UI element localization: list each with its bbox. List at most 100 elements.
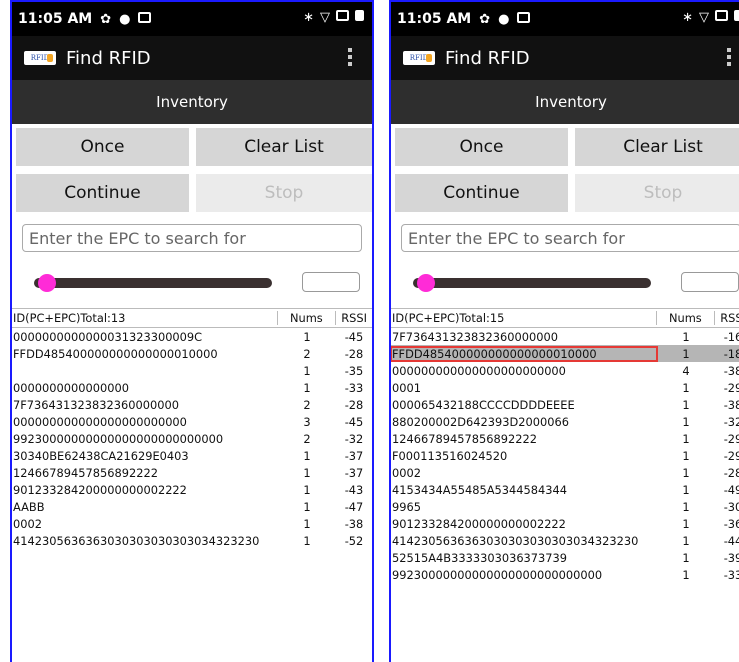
overflow-menu-icon[interactable] — [348, 48, 352, 66]
tag-rssi-cell: -18 — [723, 346, 739, 361]
bluetooth-icon: ∗ — [303, 10, 314, 25]
tag-count-cell: 1 — [303, 516, 311, 531]
tag-id-cell: 99230000000000000000000000000 — [13, 431, 224, 446]
battery-icon — [355, 10, 364, 25]
table-row[interactable]: 901233284200000000002222 1 -36 — [391, 515, 739, 532]
tag-rssi-cell: -29 — [723, 448, 739, 463]
tag-rssi-cell: -38 — [723, 363, 739, 378]
tab-inventory[interactable]: Inventory — [12, 80, 372, 124]
table-row[interactable]: F000113516024520 1 -29 — [391, 447, 739, 464]
table-row[interactable]: FFDD485400000000000000010000 1 -18 — [391, 345, 739, 362]
clear-list-button[interactable]: Clear List — [196, 128, 372, 166]
stop-button[interactable]: Stop — [196, 174, 372, 212]
table-row[interactable]: 4142305636363030303030303034323230 1 -52 — [12, 532, 372, 549]
continue-button[interactable]: Continue — [395, 174, 568, 212]
tag-id-cell: AABB — [13, 499, 45, 514]
tag-rssi-cell: -29 — [723, 380, 739, 395]
tag-id-cell: 4153434A55485A5344584344 — [392, 482, 568, 497]
table-row[interactable]: 7F736431323832360000000 2 -28 — [12, 396, 372, 413]
table-row[interactable]: 12466789457856892222 1 -37 — [12, 464, 372, 481]
tag-id-cell: 000065432188CCCCDDDDEEEE — [392, 397, 575, 412]
app-title: Find RFID — [66, 47, 151, 69]
table-row[interactable]: 4142305636363030303030303034323230 1 -44 — [391, 532, 739, 549]
phone-screen-left: 11:05 AM ✿ ● ∗ ▽ RFID Find RFID Inventor… — [10, 0, 374, 662]
table-row[interactable]: 000065432188CCCCDDDDEEEE 1 -38 — [391, 396, 739, 413]
tag-table: ID(PC+EPC)Total:13 Nums RSSI 00000000000… — [12, 308, 372, 549]
slider-track — [413, 278, 651, 288]
once-button[interactable]: Once — [395, 128, 568, 166]
tag-id-cell: 901233284200000000002222 — [13, 482, 187, 497]
table-body: 0000000000000031323300009C 1 -45 FFDD485400… — [12, 328, 372, 549]
app-toolbar: RFID Find RFID — [391, 36, 739, 80]
once-button[interactable]: Once — [16, 128, 189, 166]
tag-id-cell: FFDD485400000000000000010000 — [391, 345, 658, 362]
epc-search-input[interactable]: Enter the EPC to search for — [22, 224, 362, 252]
tag-count-cell: 1 — [682, 533, 690, 548]
calendar-icon — [138, 11, 152, 27]
table-row[interactable]: 7F736431323832360000000 1 -16 — [391, 328, 739, 345]
epc-search-input[interactable]: Enter the EPC to search for — [401, 224, 739, 252]
table-row[interactable]: 99230000000000000000000000000 2 -32 — [12, 430, 372, 447]
stop-button[interactable]: Stop — [575, 174, 739, 212]
table-row[interactable]: 880200002D642393D2000066 1 -32 — [391, 413, 739, 430]
tag-id-cell: 12466789457856892222 — [13, 465, 158, 480]
tag-id-cell: FFDD485400000000000000010000 — [13, 346, 218, 361]
tag-count-cell: 1 — [682, 567, 690, 582]
tab-inventory[interactable]: Inventory — [391, 80, 739, 124]
table-row[interactable]: 000000000000000000000000 4 -38 — [391, 362, 739, 379]
tag-rssi-cell: -16 — [723, 329, 739, 344]
column-header-nums: Nums — [655, 311, 715, 325]
tag-id-cell: 0000000000000031323300009C — [13, 329, 203, 344]
tag-rssi-cell: -37 — [344, 465, 364, 480]
table-row[interactable]: 0002 1 -28 — [391, 464, 739, 481]
column-header-rssi: RSSI — [714, 311, 739, 325]
power-slider[interactable] — [34, 274, 272, 292]
table-row[interactable]: 0001 1 -29 — [391, 379, 739, 396]
tag-rssi-cell: -45 — [344, 329, 364, 344]
table-row[interactable]: 12466789457856892222 1 -29 — [391, 430, 739, 447]
table-row[interactable]: FFDD485400000000000000010000 2 -28 — [12, 345, 372, 362]
clear-list-button[interactable]: Clear List — [575, 128, 739, 166]
app-logo: RFID — [24, 51, 56, 65]
tag-rssi-cell: -39 — [723, 550, 739, 565]
wifi-icon: ▽ — [320, 10, 330, 25]
phone-screen-right: 11:05 AM ✿ ● ∗ ▽ RFID Find RFID Inventor… — [389, 0, 739, 662]
table-row[interactable]: 000000000000000000000000 3 -45 — [12, 413, 372, 430]
table-row[interactable]: 52515A4B3333303036373739 1 -39 — [391, 549, 739, 566]
column-header-id: ID(PC+EPC)Total:13 — [13, 311, 126, 325]
calendar-icon — [517, 11, 531, 27]
table-row[interactable]: 0000000000000000 1 -33 — [12, 379, 372, 396]
tag-count-cell: 1 — [682, 516, 690, 531]
table-row[interactable]: 1 -35 — [12, 362, 372, 379]
table-row[interactable]: 30340BE62438CA21629E0403 1 -37 — [12, 447, 372, 464]
sim-icon — [336, 10, 349, 25]
settings-gear-icon: ✿ — [100, 11, 112, 27]
sim-icon — [715, 10, 728, 25]
slider-thumb[interactable] — [38, 274, 56, 292]
table-row[interactable]: AABB 1 -47 — [12, 498, 372, 515]
tag-rssi-cell: -32 — [344, 431, 364, 446]
table-row[interactable]: 901233284200000000002222 1 -43 — [12, 481, 372, 498]
tag-id-cell: 4142305636363030303030303034323230 — [392, 533, 639, 548]
table-row[interactable]: 0000000000000031323300009C 1 -45 — [12, 328, 372, 345]
slider-thumb[interactable] — [417, 274, 435, 292]
tag-count-cell: 1 — [303, 482, 311, 497]
tag-id-cell: 880200002D642393D2000066 — [392, 414, 569, 429]
overflow-menu-icon[interactable] — [727, 48, 731, 66]
table-row[interactable]: 99230000000000000000000000000 1 -33 — [391, 566, 739, 583]
power-value-box[interactable] — [302, 272, 360, 292]
continue-button[interactable]: Continue — [16, 174, 189, 212]
table-row[interactable]: 9965 1 -30 — [391, 498, 739, 515]
table-row[interactable]: 0002 1 -38 — [12, 515, 372, 532]
tag-rssi-cell: -33 — [344, 380, 364, 395]
tag-count-cell: 1 — [682, 431, 690, 446]
table-row[interactable]: 4153434A55485A5344584344 1 -49 — [391, 481, 739, 498]
power-slider[interactable] — [413, 274, 651, 292]
tag-rssi-cell: -29 — [723, 431, 739, 446]
tag-rssi-cell: -44 — [723, 533, 739, 548]
table-header: ID(PC+EPC)Total:13 Nums RSSI — [12, 308, 372, 328]
power-value-box[interactable] — [681, 272, 739, 292]
tag-count-cell: 1 — [682, 550, 690, 565]
tag-count-cell: 1 — [682, 465, 690, 480]
app-logo: RFID — [403, 51, 435, 65]
